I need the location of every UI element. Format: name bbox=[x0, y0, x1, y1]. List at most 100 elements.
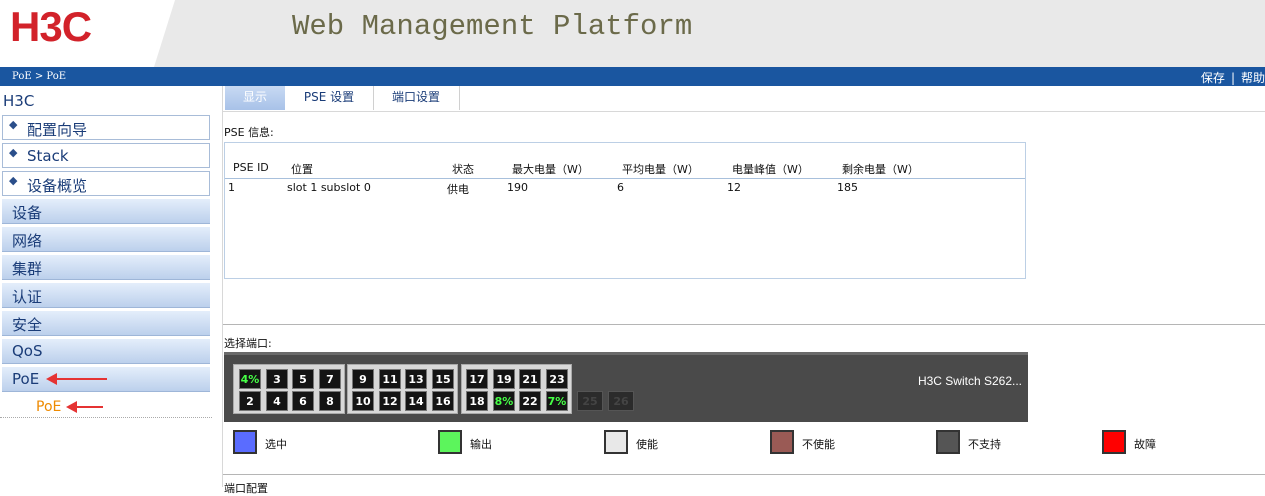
breadcrumb: PoE > PoE bbox=[12, 71, 67, 82]
switch-port[interactable]: 18 bbox=[466, 391, 488, 411]
switch-port[interactable]: 5 bbox=[292, 369, 314, 389]
top-bar: PoE > PoE 保存 | 帮助 bbox=[0, 67, 1265, 86]
port-legend: 选中 输出 使能 不使能 不支持 故障 bbox=[223, 430, 1265, 460]
tab-bar: 显示 PSE 设置 端口设置 bbox=[223, 86, 1265, 112]
red-arrow-icon bbox=[66, 401, 103, 413]
switch-model-label: H3C Switch S262... bbox=[917, 374, 1022, 388]
diamond-bullet-icon: ◆ bbox=[9, 118, 18, 131]
red-arrow-icon bbox=[46, 373, 107, 385]
tab-display[interactable]: 显示 bbox=[225, 86, 285, 110]
sidebar-category-network[interactable]: 网络 bbox=[2, 227, 210, 252]
switch-port-unsupported[interactable]: 26 bbox=[608, 391, 634, 411]
switch-port[interactable]: 14 bbox=[405, 391, 427, 411]
sidebar-category-cluster[interactable]: 集群 bbox=[2, 255, 210, 280]
pse-info-title: PSE 信息: bbox=[224, 126, 274, 139]
switch-port[interactable]: 9 bbox=[352, 369, 374, 389]
sidebar-category-label: 网络 bbox=[12, 232, 43, 250]
legend-label: 故障 bbox=[1134, 438, 1156, 451]
switch-port[interactable]: 7 bbox=[319, 369, 341, 389]
header: H3C Web Management Platform bbox=[0, 0, 1265, 67]
top-links: 保存 | 帮助 bbox=[1201, 69, 1265, 86]
help-link[interactable]: 帮助 bbox=[1241, 71, 1265, 85]
switch-port[interactable]: 15 bbox=[432, 369, 454, 389]
sidebar-category-label: 集群 bbox=[12, 260, 43, 278]
column-header: 电量峰值（W） bbox=[732, 163, 809, 176]
table-cell: 185 bbox=[837, 181, 858, 194]
sidebar-category-label: 设备 bbox=[12, 204, 43, 222]
switch-port[interactable]: 4 bbox=[266, 391, 288, 411]
sidebar-category-label: PoE bbox=[12, 370, 40, 388]
app-title: Web Management Platform bbox=[292, 10, 693, 43]
sidebar: H3C ◆ 配置向导 ◆ Stack ◆ 设备概览 设备 网络 集群 认证 安全… bbox=[0, 86, 223, 487]
switch-port[interactable]: 16 bbox=[432, 391, 454, 411]
switch-port[interactable]: 19 bbox=[493, 369, 515, 389]
pse-table-header: PSE ID 位置 状态 最大电量（W） 平均电量（W） 电量峰值（W） 剩余电… bbox=[225, 161, 1025, 179]
sidebar-divider bbox=[0, 417, 212, 418]
legend-label: 输出 bbox=[470, 438, 492, 451]
section-divider bbox=[223, 324, 1265, 325]
switch-port[interactable]: 12 bbox=[379, 391, 401, 411]
sidebar-category-label: 安全 bbox=[12, 316, 43, 334]
sidebar-subitem-poe[interactable]: PoE bbox=[36, 399, 61, 415]
sidebar-item-config-wizard[interactable]: ◆ 配置向导 bbox=[2, 115, 210, 140]
switch-port[interactable]: 21 bbox=[519, 369, 541, 389]
switch-port[interactable]: 8% bbox=[493, 391, 515, 411]
sidebar-category-security[interactable]: 安全 bbox=[2, 311, 210, 336]
switch-port[interactable]: 22 bbox=[519, 391, 541, 411]
column-header: 剩余电量（W） bbox=[842, 163, 919, 176]
legend-label: 选中 bbox=[265, 438, 287, 451]
link-separator: | bbox=[1230, 71, 1235, 85]
select-port-title: 选择端口: bbox=[224, 337, 272, 350]
switch-port[interactable]: 2 bbox=[239, 391, 261, 411]
sidebar-item-stack[interactable]: ◆ Stack bbox=[2, 143, 210, 168]
tab-pse-settings[interactable]: PSE 设置 bbox=[285, 86, 374, 110]
table-cell: 1 bbox=[228, 181, 235, 194]
legend-fault-swatch bbox=[1102, 430, 1126, 454]
column-header: 位置 bbox=[291, 163, 313, 176]
switch-port[interactable]: 23 bbox=[546, 369, 568, 389]
switch-port[interactable]: 6 bbox=[292, 391, 314, 411]
port-group: 4% 3 5 7 2 4 6 8 bbox=[233, 364, 345, 414]
sidebar-category-device[interactable]: 设备 bbox=[2, 199, 210, 224]
logo-area: H3C bbox=[0, 0, 175, 67]
switch-port[interactable]: 3 bbox=[266, 369, 288, 389]
switch-port[interactable]: 8 bbox=[319, 391, 341, 411]
switch-port-unsupported[interactable]: 25 bbox=[577, 391, 603, 411]
sidebar-item-device-overview[interactable]: ◆ 设备概览 bbox=[2, 171, 210, 196]
switch-port[interactable]: 7% bbox=[546, 391, 568, 411]
switch-port[interactable]: 17 bbox=[466, 369, 488, 389]
tab-port-settings[interactable]: 端口设置 bbox=[373, 86, 460, 110]
sidebar-root: H3C bbox=[3, 92, 35, 110]
diamond-bullet-icon: ◆ bbox=[9, 146, 18, 159]
sidebar-item-label: Stack bbox=[27, 147, 69, 165]
column-header: 状态 bbox=[452, 163, 474, 176]
switch-port[interactable]: 4% bbox=[239, 369, 261, 389]
port-group: 17 19 21 23 18 8% 22 7% bbox=[461, 364, 572, 414]
legend-selected-swatch bbox=[233, 430, 257, 454]
column-header: 最大电量（W） bbox=[512, 163, 589, 176]
port-group: 9 11 13 15 10 12 14 16 bbox=[347, 364, 458, 414]
switch-port[interactable]: 10 bbox=[352, 391, 374, 411]
save-link[interactable]: 保存 bbox=[1201, 71, 1225, 85]
sidebar-category-auth[interactable]: 认证 bbox=[2, 283, 210, 308]
column-header: 平均电量（W） bbox=[622, 163, 699, 176]
table-cell: slot 1 subslot 0 bbox=[287, 181, 371, 194]
sidebar-item-label: 设备概览 bbox=[27, 177, 88, 195]
table-cell: 12 bbox=[727, 181, 741, 194]
legend-label: 不使能 bbox=[802, 438, 835, 451]
section-divider bbox=[223, 474, 1265, 475]
table-cell: 供电 bbox=[447, 183, 469, 196]
sidebar-category-label: QoS bbox=[12, 342, 43, 360]
table-cell: 190 bbox=[507, 181, 528, 194]
legend-label: 使能 bbox=[636, 438, 658, 451]
column-header: PSE ID bbox=[233, 161, 269, 174]
legend-output-swatch bbox=[438, 430, 462, 454]
sidebar-category-label: 认证 bbox=[12, 288, 43, 306]
switch-port[interactable]: 13 bbox=[405, 369, 427, 389]
legend-label: 不支持 bbox=[968, 438, 1001, 451]
pse-table: PSE ID 位置 状态 最大电量（W） 平均电量（W） 电量峰值（W） 剩余电… bbox=[224, 142, 1026, 279]
sidebar-category-qos[interactable]: QoS bbox=[2, 339, 210, 364]
switch-port[interactable]: 11 bbox=[379, 369, 401, 389]
main-content: 显示 PSE 设置 端口设置 PSE 信息: PSE ID 位置 状态 最大电量… bbox=[223, 86, 1265, 495]
legend-enabled-swatch bbox=[604, 430, 628, 454]
